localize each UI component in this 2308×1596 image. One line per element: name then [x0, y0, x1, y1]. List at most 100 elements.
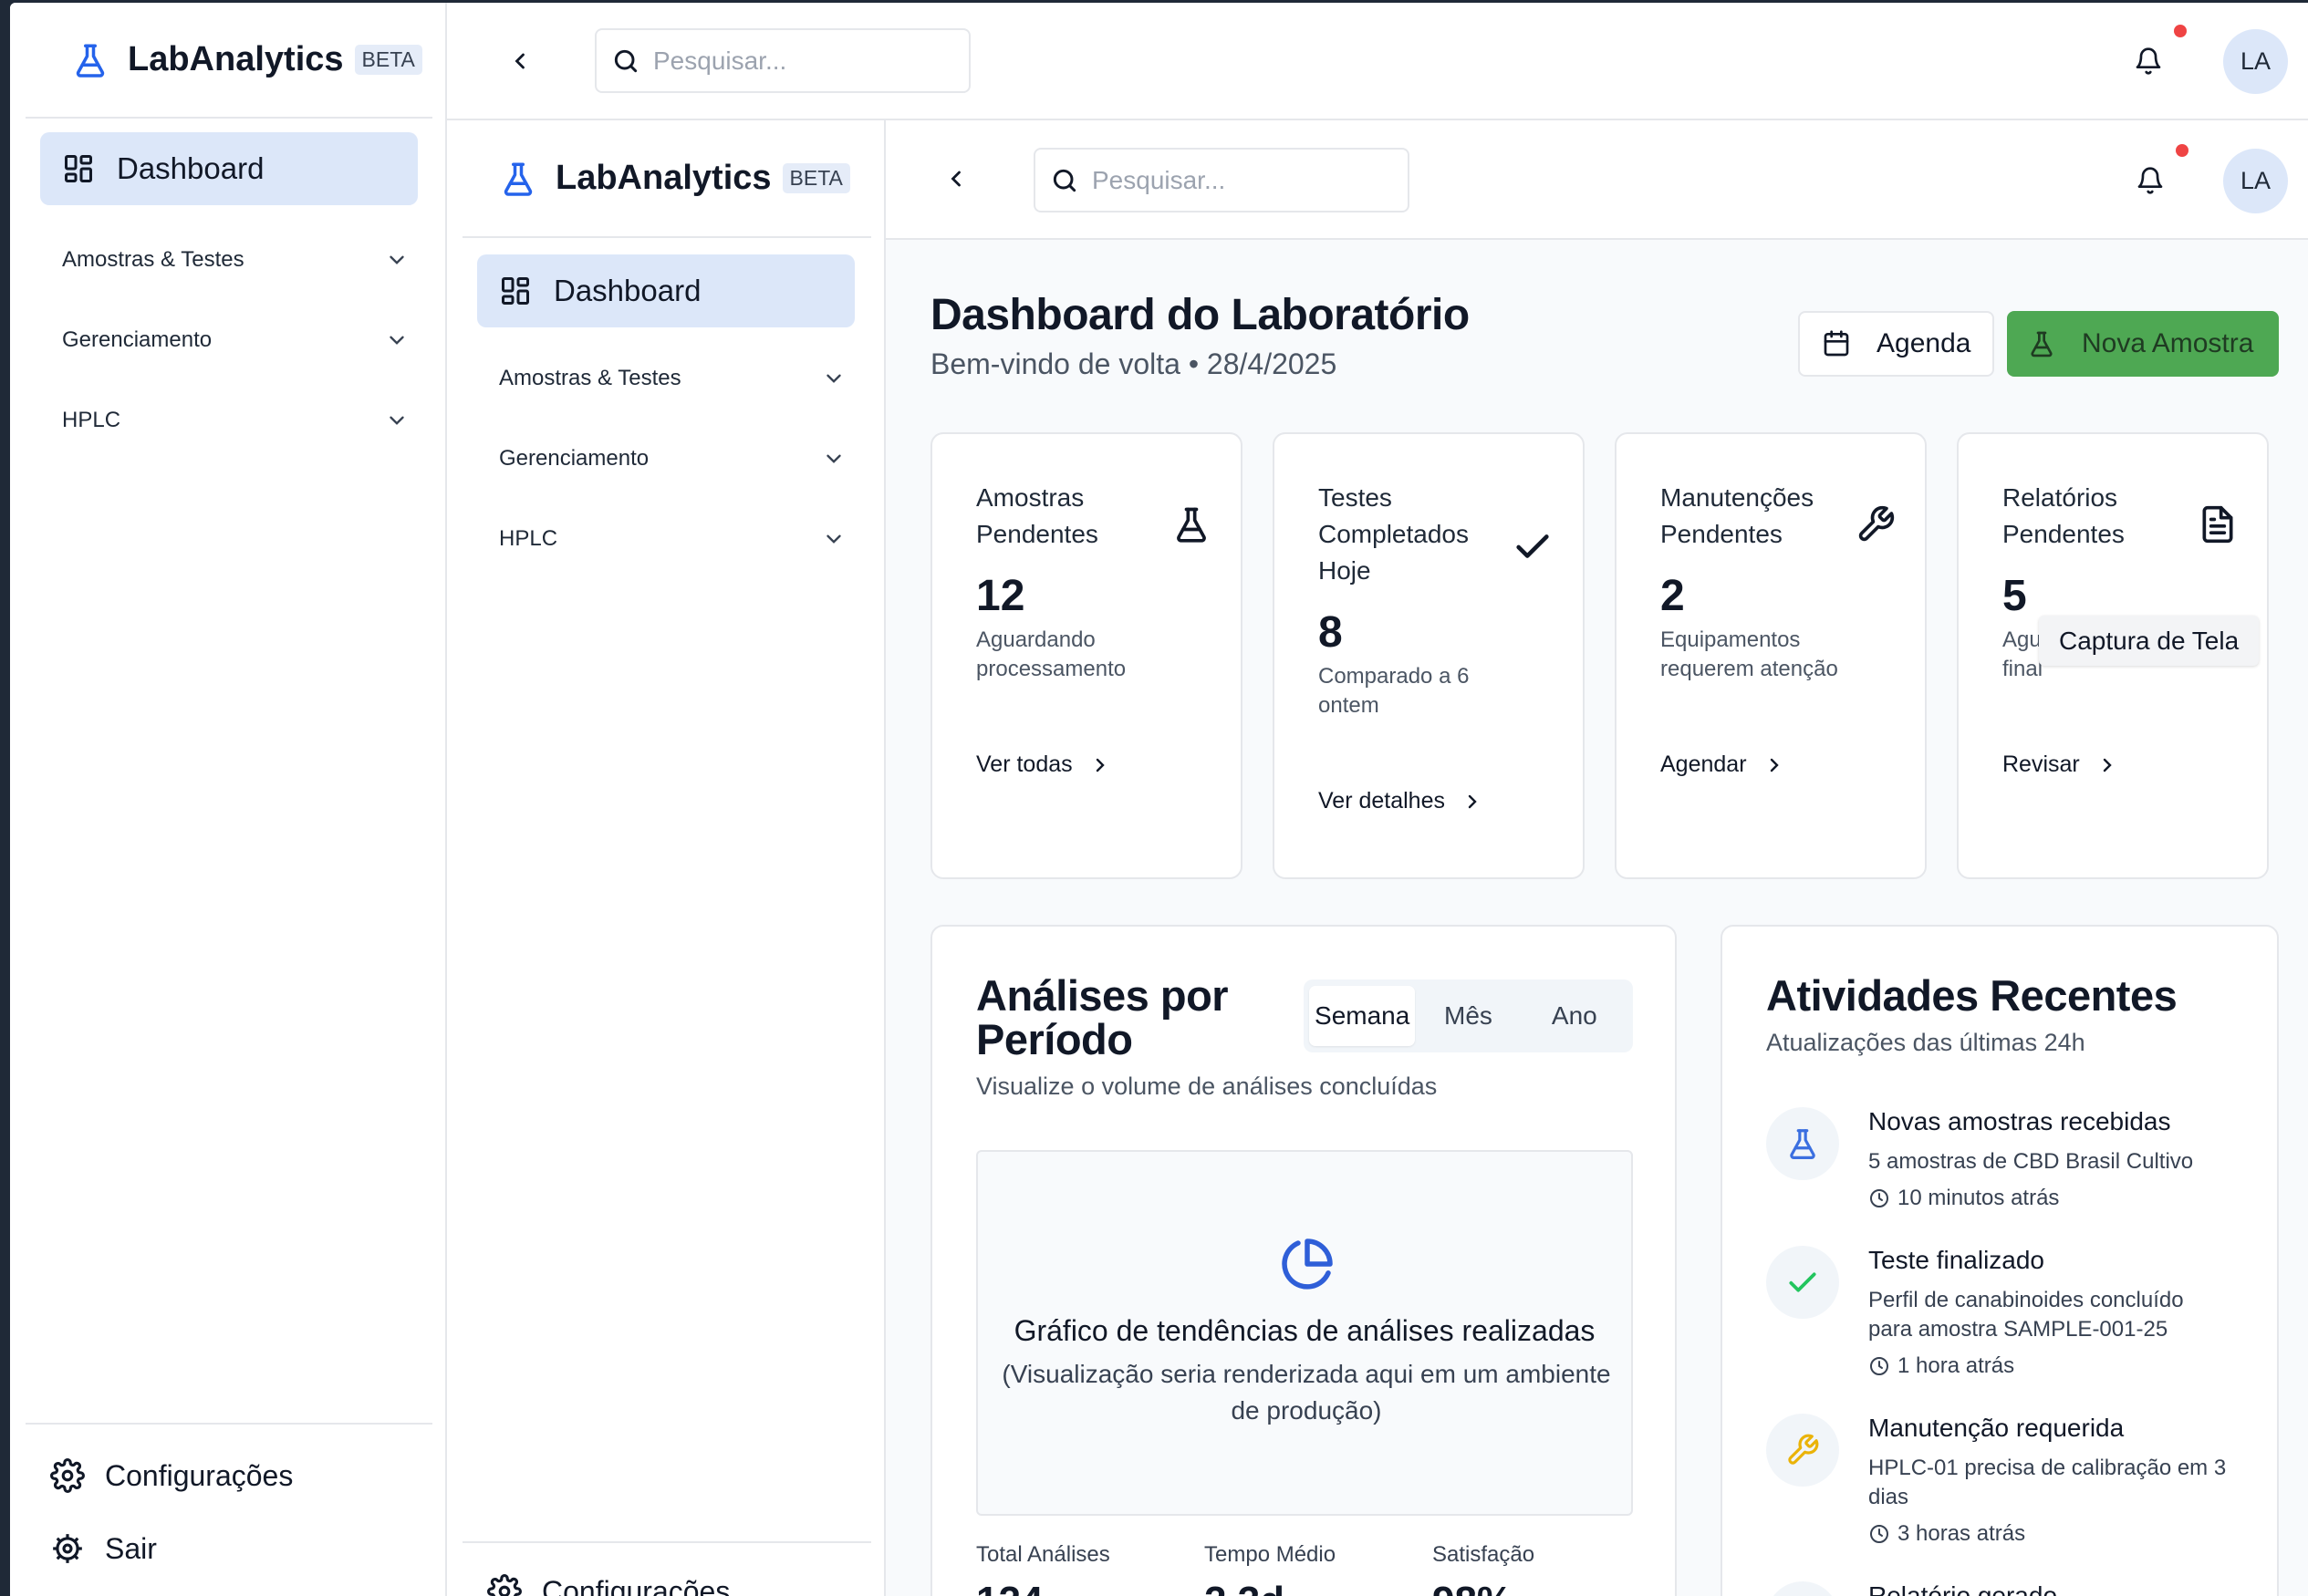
- search-input[interactable]: [653, 46, 927, 76]
- chevron-down-icon: [390, 255, 404, 264]
- tab-month[interactable]: Mês: [1415, 986, 1521, 1046]
- activity-title: Manutenção requerida: [1868, 1414, 2125, 1442]
- chevron-right-icon: [1468, 794, 1477, 808]
- chevron-right-icon: [1096, 758, 1105, 772]
- sidebar-item-gerenciamento[interactable]: Gerenciamento: [499, 440, 846, 477]
- search-input[interactable]: [1092, 165, 1366, 195]
- clock-icon: [1870, 1357, 1888, 1375]
- activity-time: 3 horas atrás: [1868, 1521, 2025, 1547]
- top-bar: LA: [447, 3, 2308, 120]
- pie-chart-icon: [1282, 1238, 1333, 1290]
- chevron-right-icon: [1770, 758, 1779, 772]
- link-label: Ver todas: [976, 751, 1073, 777]
- sidebar-item-label: HPLC: [62, 408, 121, 432]
- document-icon: [2202, 505, 2233, 544]
- metric-avg-time: Tempo Médio 2,3d: [1204, 1542, 1336, 1596]
- chevron-down-icon: [390, 416, 404, 425]
- stat-card-completed-tests: Testes Completados Hoje 8 Comparado a 6 …: [1273, 432, 1585, 879]
- activities-subtitle: Atualizações das últimas 24h: [1766, 1029, 2085, 1056]
- stat-value: 2: [1660, 572, 1685, 620]
- brand[interactable]: LabAnalytics BETA: [26, 3, 432, 119]
- brand[interactable]: LabAnalytics BETA: [463, 120, 871, 238]
- stat-description: Equipamentos requerem atenção: [1660, 627, 1838, 681]
- chart-placeholder-title: Gráfico de tendências de análises realiz…: [1014, 1314, 1596, 1347]
- stat-description: Aguardando processamento: [976, 627, 1127, 681]
- beta-badge: BETA: [354, 45, 422, 75]
- flask-icon: [1790, 1129, 1815, 1159]
- sidebar-item-hplc[interactable]: HPLC: [62, 402, 409, 439]
- tab-week[interactable]: Semana: [1309, 986, 1416, 1046]
- stat-title: Testes Completados Hoje: [1318, 483, 1469, 585]
- metric-label: Satisfação: [1432, 1542, 1535, 1567]
- main-content: LA Dashboard do Laboratório Bem-vindo de…: [886, 120, 2308, 1596]
- avatar[interactable]: LA: [2223, 149, 2288, 213]
- activity-item[interactable]: Novas amostras recebidas 5 amostras de C…: [1766, 1107, 2240, 1217]
- chevron-down-icon: [827, 534, 841, 544]
- chevron-right-icon: [2103, 758, 2112, 772]
- search-box[interactable]: [595, 28, 971, 93]
- stat-title: Relatórios Pendentes: [2002, 483, 2125, 548]
- period-selector: Semana Mês Ano: [1304, 979, 1633, 1052]
- chevron-down-icon: [827, 454, 841, 463]
- sidebar-item-amostras[interactable]: Amostras & Testes: [499, 360, 846, 397]
- activity-item[interactable]: Manutenção requerida HPLC-01 precisa de …: [1766, 1414, 2240, 1550]
- recent-activities-panel: Atividades Recentes Atualizações das últ…: [1721, 925, 2279, 1596]
- sidebar-item-label: HPLC: [499, 526, 558, 551]
- flask-icon: [1177, 507, 1206, 543]
- view-details-link[interactable]: Ver detalhes: [1318, 788, 1483, 814]
- sidebar-item-label: Dashboard: [554, 274, 702, 307]
- notification-dot: [2174, 25, 2187, 37]
- sidebar-item-dashboard[interactable]: Dashboard: [40, 132, 418, 205]
- sidebar-item-hplc[interactable]: HPLC: [499, 521, 846, 557]
- gear-icon: [50, 1458, 85, 1493]
- view-all-link[interactable]: Ver todas: [976, 751, 1111, 778]
- chevron-down-icon: [390, 336, 404, 345]
- activity-item[interactable]: Relatório gerado: [1766, 1581, 2240, 1596]
- chevron-down-icon: [827, 374, 841, 383]
- logout-gear-icon: [53, 1534, 82, 1563]
- settings-link[interactable]: Configurações: [487, 1574, 730, 1596]
- metric-value: 2,3d: [1204, 1579, 1336, 1596]
- sidebar-item-gerenciamento[interactable]: Gerenciamento: [62, 322, 409, 358]
- activity-icon-wrap: [1766, 1246, 1839, 1319]
- screenshot-tooltip: Captura de Tela: [2039, 616, 2260, 666]
- page-title: Dashboard do Laboratório: [930, 291, 1470, 339]
- inner-sidebar: LabAnalytics BETA Dashboard Amostras & T…: [447, 120, 886, 1596]
- collapse-sidebar-button[interactable]: [502, 43, 538, 79]
- sidebar-footer: [463, 1541, 871, 1543]
- activity-time-label: 3 horas atrás: [1897, 1521, 2026, 1546]
- brand-name: LabAnalytics: [556, 159, 772, 197]
- sidebar-item-dashboard[interactable]: Dashboard: [477, 254, 855, 327]
- sidebar-item-label: Gerenciamento: [499, 446, 650, 471]
- metric-value: 98%: [1432, 1579, 1534, 1596]
- new-sample-button-label: Nova Amostra: [2082, 328, 2254, 358]
- sidebar-item-label: Dashboard: [117, 151, 265, 185]
- stat-title: Amostras Pendentes: [976, 483, 1098, 548]
- stat-value: 8: [1318, 608, 1343, 657]
- activity-description: 5 amostras de CBD Brasil Cultivo: [1868, 1149, 2194, 1174]
- avatar[interactable]: LA: [2223, 29, 2288, 94]
- new-sample-button[interactable]: Nova Amostra: [2007, 311, 2279, 377]
- link-label: Agendar: [1660, 751, 1747, 777]
- notifications-button[interactable]: [2130, 43, 2167, 79]
- metric-label: Total Análises: [976, 1542, 1110, 1567]
- schedule-link[interactable]: Agendar: [1660, 751, 1785, 778]
- analyses-title: Análises por Período: [976, 971, 1229, 1063]
- collapse-sidebar-button[interactable]: [938, 161, 974, 197]
- activity-icon-wrap: [1766, 1581, 1839, 1596]
- sidebar-item-label: Gerenciamento: [62, 327, 213, 352]
- notifications-button[interactable]: [2132, 162, 2168, 199]
- settings-link[interactable]: Configurações: [50, 1458, 293, 1493]
- review-link[interactable]: Revisar: [2002, 751, 2118, 778]
- sidebar-item-label: Amostras & Testes: [62, 247, 244, 272]
- activity-title: Novas amostras recebidas: [1868, 1107, 2171, 1135]
- search-box[interactable]: [1034, 148, 1409, 212]
- activity-item[interactable]: Teste finalizado Perfil de canabinoides …: [1766, 1246, 2240, 1383]
- agenda-button[interactable]: Agenda: [1798, 311, 1994, 377]
- tab-year[interactable]: Ano: [1522, 986, 1627, 1046]
- beta-badge: BETA: [782, 163, 850, 193]
- check-icon: [1516, 534, 1549, 558]
- sidebar: LabAnalytics BETA Dashboard Amostras & T…: [10, 3, 447, 1596]
- logout-link[interactable]: Sair: [50, 1531, 157, 1566]
- sidebar-item-amostras[interactable]: Amostras & Testes: [62, 242, 409, 278]
